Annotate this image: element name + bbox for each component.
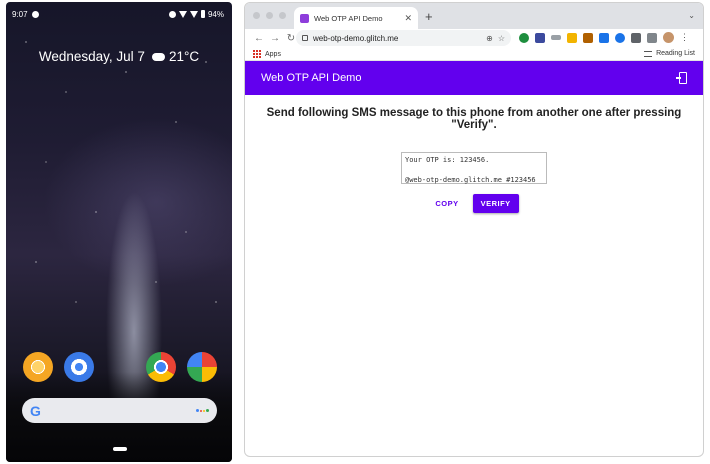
extension-grid-icon[interactable] <box>599 32 609 43</box>
tab-strip: Web OTP API Demo ✕ + ⌄ <box>245 3 703 29</box>
extension-glasses-icon[interactable] <box>551 35 561 40</box>
tab-search-icon[interactable]: ⌄ <box>688 11 695 20</box>
reading-list-button[interactable]: Reading List <box>644 50 695 57</box>
extension-check-icon[interactable] <box>615 32 625 43</box>
window-controls <box>253 12 286 19</box>
notification-icon <box>31 10 39 18</box>
favicon-icon <box>300 13 309 23</box>
url-text: web-otp-demo.glitch.me <box>313 33 399 43</box>
maximize-window-button[interactable] <box>279 12 286 19</box>
extension-shield-icon[interactable] <box>535 32 545 43</box>
extensions-puzzle-icon[interactable] <box>647 32 657 43</box>
extension-flag-icon[interactable] <box>631 32 641 43</box>
active-tab[interactable]: Web OTP API Demo ✕ <box>294 7 418 29</box>
app-bar-title: Web OTP API Demo <box>261 72 362 84</box>
settings-icon[interactable] <box>64 352 94 382</box>
lock-icon[interactable] <box>302 35 308 41</box>
photos-icon[interactable] <box>187 352 217 382</box>
date-text: Wednesday, Jul 7 <box>38 49 145 64</box>
browser-toolbar: ← → ↻ web-otp-demo.glitch.me ⊕ ☆ ⋮ <box>245 29 703 47</box>
assistant-icon[interactable] <box>196 409 209 412</box>
instruction-text: Send following SMS message to this phone… <box>266 107 682 131</box>
page-content: Send following SMS message to this phone… <box>245 107 703 213</box>
exit-icon[interactable] <box>676 72 687 84</box>
extension-folder-icon[interactable] <box>567 32 577 43</box>
battery-icon <box>200 10 205 18</box>
action-buttons: COPY VERIFY <box>245 194 703 213</box>
back-icon[interactable]: ← <box>251 33 267 44</box>
google-icon: G <box>30 402 41 419</box>
android-phone-screen: 9:07 94% Wednesday, Jul 7 21°C G <box>6 2 232 462</box>
status-bar: 9:07 94% <box>12 7 224 21</box>
copy-button[interactable]: COPY <box>429 195 464 212</box>
forward-icon[interactable]: → <box>267 33 283 44</box>
extension-green-icon[interactable] <box>519 32 529 43</box>
sms-line-otp: Your OTP is: 123456. <box>405 156 490 164</box>
sms-message-box[interactable]: Your OTP is: 123456. @web-otp-demo.glitc… <box>401 152 547 184</box>
status-time: 9:07 <box>12 9 28 19</box>
home-gesture-pill[interactable] <box>113 447 127 451</box>
close-tab-icon[interactable]: ✕ <box>404 13 412 24</box>
menu-kebab-icon[interactable]: ⋮ <box>680 32 689 43</box>
extensions-row: ⋮ <box>519 32 689 43</box>
apps-shortcut[interactable]: Apps <box>253 49 281 58</box>
date-weather-widget[interactable]: Wednesday, Jul 7 21°C <box>6 49 232 64</box>
eye-icon <box>168 10 176 18</box>
address-bar[interactable]: web-otp-demo.glitch.me ⊕ ☆ <box>296 30 511 46</box>
bookmarks-bar: Apps Reading List <box>245 47 703 61</box>
close-window-button[interactable] <box>253 12 260 19</box>
reading-list-label: Reading List <box>656 50 695 57</box>
minimize-window-button[interactable] <box>266 12 273 19</box>
chrome-icon[interactable] <box>146 352 176 382</box>
google-search-bar[interactable]: G <box>22 398 217 423</box>
verify-button[interactable]: VERIFY <box>472 194 519 213</box>
apps-label: Apps <box>265 50 281 58</box>
battery-percent: 94% <box>207 9 224 19</box>
app-bar: Web OTP API Demo <box>245 61 703 95</box>
bookmark-star-icon[interactable]: ☆ <box>498 34 505 43</box>
install-icon[interactable]: ⊕ <box>486 34 493 43</box>
extension-orange-icon[interactable] <box>583 32 593 43</box>
new-tab-button[interactable]: + <box>425 9 433 24</box>
browser-window: Web OTP API Demo ✕ + ⌄ ← → ↻ web-otp-dem… <box>244 2 704 457</box>
sms-line-domain: @web-otp-demo.glitch.me #123456 <box>405 176 536 184</box>
reading-list-icon <box>644 50 653 57</box>
temperature-text: 21°C <box>168 49 200 64</box>
chromebook-app-icon[interactable] <box>23 352 53 382</box>
profile-avatar[interactable] <box>663 32 674 43</box>
signal-icon <box>189 10 198 18</box>
apps-grid-icon <box>253 49 261 58</box>
cloud-icon <box>151 52 165 61</box>
wifi-icon <box>178 10 187 18</box>
tab-title: Web OTP API Demo <box>314 13 383 23</box>
